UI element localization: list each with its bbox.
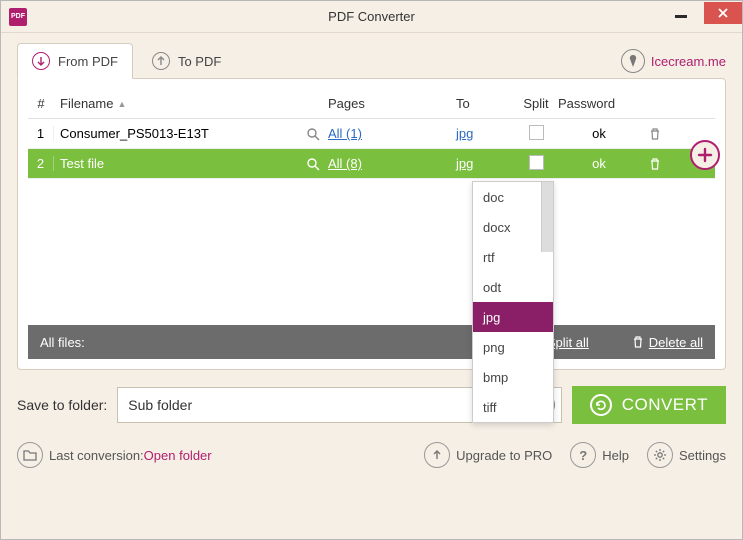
to-pdf-icon — [152, 52, 170, 70]
open-folder-link[interactable]: Open folder — [144, 448, 212, 463]
dropdown-option-odt[interactable]: odt — [473, 272, 553, 302]
header-num[interactable]: # — [28, 96, 54, 111]
sort-asc-icon: ▲ — [117, 99, 126, 109]
upgrade-icon — [424, 442, 450, 468]
folder-icon — [17, 442, 43, 468]
save-row: Save to folder: CONVERT — [1, 370, 742, 424]
help-button[interactable]: ? Help — [570, 442, 629, 468]
header-password[interactable]: Password — [558, 96, 640, 111]
row-pages[interactable]: All (1) — [328, 126, 456, 141]
all-files-label: All files: — [40, 335, 85, 350]
title-bar: PDF PDF Converter — [1, 1, 742, 33]
row-split[interactable] — [514, 155, 558, 173]
window-controls — [662, 10, 742, 24]
file-table: # Filename ▲ Pages To Split Password 1 C… — [28, 89, 715, 359]
dropdown-option-bmp[interactable]: bmp — [473, 362, 553, 392]
from-pdf-icon — [32, 52, 50, 70]
split-checkbox[interactable] — [529, 125, 544, 140]
table-empty-area — [28, 179, 715, 325]
table-row[interactable]: 1 Consumer_PS5013-E13T All (1) jpg ok — [28, 119, 715, 149]
row-num: 1 — [28, 126, 54, 141]
dropdown-scrollbar[interactable] — [541, 182, 553, 252]
table-header: # Filename ▲ Pages To Split Password — [28, 89, 715, 119]
row-password: ok — [558, 126, 640, 141]
convert-button[interactable]: CONVERT — [572, 386, 726, 424]
main-panel: # Filename ▲ Pages To Split Password 1 C… — [17, 78, 726, 370]
row-delete[interactable] — [640, 127, 670, 141]
header-split[interactable]: Split — [514, 96, 558, 111]
tab-row: From PDF To PDF Icecream.me — [1, 33, 742, 79]
last-conversion-prefix: Last conversion: — [49, 448, 144, 463]
app-icon: PDF — [9, 8, 27, 26]
delete-all-button[interactable]: Delete all — [631, 335, 703, 350]
tab-to-pdf-label: To PDF — [178, 54, 221, 69]
dropdown-option-tiff[interactable]: tiff — [473, 392, 553, 422]
table-row[interactable]: 2 Test file All (8) jpg ok — [28, 149, 715, 179]
all-files-bar: All files: Split all Delete all — [28, 325, 715, 359]
format-dropdown[interactable]: doc docx rtf odt jpg png bmp tiff — [472, 181, 554, 423]
row-password: ok — [558, 156, 640, 171]
dropdown-option-jpg[interactable]: jpg — [473, 302, 553, 332]
icecream-icon — [621, 49, 645, 73]
window-title: PDF Converter — [328, 9, 415, 24]
row-split[interactable] — [514, 125, 558, 143]
footer: Last conversion: Open folder Upgrade to … — [1, 424, 742, 486]
row-filename: Test file — [54, 156, 328, 171]
last-conversion[interactable]: Last conversion: Open folder — [17, 442, 212, 468]
close-button[interactable] — [704, 2, 742, 24]
row-num: 2 — [28, 156, 54, 171]
brand-link[interactable]: Icecream.me — [621, 49, 726, 73]
convert-label: CONVERT — [622, 395, 708, 415]
row-pages[interactable]: All (8) — [328, 156, 456, 171]
row-filename: Consumer_PS5013-E13T — [54, 126, 328, 141]
header-to[interactable]: To — [456, 96, 514, 111]
header-pages[interactable]: Pages — [328, 96, 456, 111]
convert-icon — [590, 394, 612, 416]
upgrade-button[interactable]: Upgrade to PRO — [424, 442, 552, 468]
brand-label: Icecream.me — [651, 54, 726, 69]
tab-from-pdf[interactable]: From PDF — [17, 43, 133, 79]
preview-icon[interactable] — [306, 157, 320, 171]
save-folder-input[interactable] — [128, 397, 530, 413]
tab-from-pdf-label: From PDF — [58, 54, 118, 69]
settings-button[interactable]: Settings — [647, 442, 726, 468]
row-to[interactable]: jpg — [456, 156, 514, 171]
help-icon: ? — [570, 442, 596, 468]
dropdown-option-png[interactable]: png — [473, 332, 553, 362]
gear-icon — [647, 442, 673, 468]
add-file-button[interactable] — [690, 140, 720, 170]
tab-to-pdf[interactable]: To PDF — [137, 43, 236, 79]
save-to-label: Save to folder: — [17, 397, 107, 413]
app-window: PDF PDF Converter From PDF To PDF — [0, 0, 743, 540]
row-delete[interactable] — [640, 157, 670, 171]
header-filename[interactable]: Filename ▲ — [54, 96, 328, 111]
row-to[interactable]: jpg — [456, 126, 514, 141]
minimize-button[interactable] — [662, 2, 700, 24]
preview-icon[interactable] — [306, 127, 320, 141]
split-checkbox[interactable] — [529, 155, 544, 170]
